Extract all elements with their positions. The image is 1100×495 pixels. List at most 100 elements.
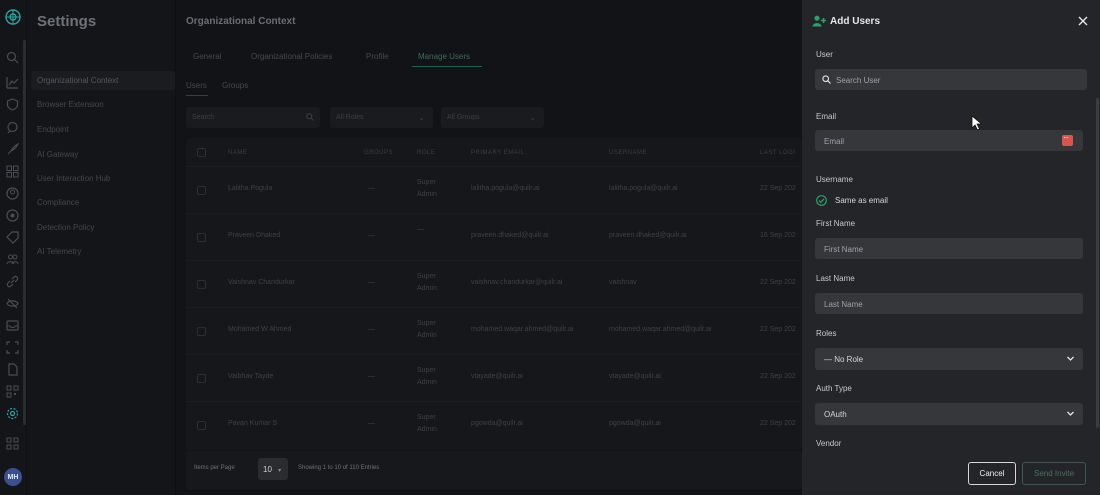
user-search-input[interactable]: Search — [186, 107, 320, 128]
drawer-scrollbar[interactable] — [1096, 98, 1099, 428]
sidebar-item-endpoint[interactable]: Endpoint — [37, 125, 69, 134]
close-icon[interactable] — [1077, 15, 1089, 27]
table-row[interactable]: Vaishnav Chandurkar — Super Admin vaishn… — [186, 260, 802, 307]
row-role-line1: Super — [417, 273, 436, 280]
last-name-placeholder: Last Name — [824, 300, 863, 309]
sidebar-item-ai-telemetry[interactable]: AI Telemetry — [37, 247, 81, 256]
sidebar-item-ai-gateway[interactable]: AI Gateway — [37, 150, 78, 159]
grid-icon[interactable] — [6, 165, 19, 178]
sidebar-item-organizational-context[interactable]: Organizational Context — [37, 76, 118, 85]
row-last-login: 22 Sep 202 — [760, 185, 796, 192]
auth-type-select[interactable]: OAuth — [815, 403, 1083, 425]
document-icon[interactable] — [6, 363, 19, 376]
inbox-icon[interactable] — [6, 319, 19, 332]
chevron-down-icon: ⌄ — [418, 113, 425, 122]
user-circle-icon[interactable] — [6, 187, 19, 200]
search-user-input[interactable]: Search User — [815, 69, 1087, 90]
chat-icon[interactable] — [6, 121, 19, 134]
app-logo-icon[interactable] — [4, 8, 22, 26]
subtab-groups[interactable]: Groups — [222, 81, 248, 90]
group-filter-select[interactable]: All Groups ⌄ — [441, 107, 544, 128]
tag-icon[interactable] — [6, 231, 19, 244]
search-user-placeholder: Search User — [836, 76, 881, 85]
mouse-cursor-icon — [971, 115, 983, 131]
tab-organizational-policies[interactable]: Organizational Policies — [251, 52, 332, 61]
first-name-label: First Name — [816, 219, 856, 228]
email-field[interactable]: Email — [815, 130, 1083, 151]
cancel-button[interactable]: Cancel — [968, 462, 1016, 485]
sidebar-item-compliance[interactable]: Compliance — [37, 198, 79, 207]
chevron-down-icon: ▾ — [278, 468, 282, 474]
roles-select[interactable]: — No Role — [815, 348, 1083, 370]
users-icon[interactable] — [6, 253, 19, 266]
gear-icon[interactable] — [6, 407, 19, 420]
search-icon[interactable] — [6, 51, 19, 64]
first-name-field[interactable]: First Name — [815, 238, 1083, 259]
row-email: lalitha.pogula@quilr.ai — [471, 185, 540, 192]
analytics-icon[interactable] — [6, 76, 19, 89]
last-name-field[interactable]: Last Name — [815, 293, 1083, 314]
row-checkbox[interactable] — [197, 186, 206, 195]
main-content: Organizational Context General Organizat… — [176, 0, 802, 495]
table-row[interactable]: Mohamed W Ahmed — Super Admin mohamed.wa… — [186, 307, 802, 354]
send-invite-button[interactable]: Send Invite — [1022, 462, 1086, 485]
last-name-label: Last Name — [816, 274, 855, 283]
row-checkbox[interactable] — [197, 421, 206, 430]
row-groups: — — [368, 373, 375, 380]
table-row[interactable]: Vaibhav Tayde — Super Admin vtayade@quil… — [186, 354, 802, 401]
sidebar-item-detection-policy[interactable]: Detection Policy — [37, 223, 94, 232]
row-name[interactable]: Vaishnav Chandurkar — [228, 279, 295, 286]
table-row[interactable]: Pavan Kumar S — Super Admin pgowda@quilr… — [186, 401, 802, 448]
rail-scrollbar[interactable] — [23, 40, 26, 425]
sidebar-item-user-interaction-hub[interactable]: User Interaction Hub — [37, 174, 110, 183]
drawer-title: Add Users — [830, 16, 881, 27]
check-circle-icon — [816, 195, 827, 206]
eye-off-icon[interactable] — [6, 297, 19, 310]
avatar[interactable]: MH — [4, 468, 22, 486]
items-per-page-select[interactable]: 10 ▾ — [258, 458, 288, 480]
table-row[interactable]: Praveen Dhaked — — praveen.dhaked@quilr.… — [186, 213, 802, 260]
tab-profile[interactable]: Profile — [366, 52, 389, 61]
link-icon[interactable] — [6, 275, 19, 288]
row-name[interactable]: Mohamed W Ahmed — [228, 326, 291, 333]
row-last-login: 16 Sep 202 — [760, 232, 796, 239]
search-icon — [822, 75, 831, 84]
column-header-name[interactable]: NAME — [228, 150, 247, 156]
row-checkbox[interactable] — [197, 327, 206, 336]
shield-icon[interactable] — [6, 98, 19, 111]
row-role-line1: Super — [417, 367, 436, 374]
apps-icon[interactable] — [6, 437, 19, 450]
settings-sidebar: Settings Organizational Context Browser … — [27, 0, 175, 495]
column-header-last-login[interactable]: LAST LOGI — [760, 150, 795, 156]
row-name[interactable]: Pavan Kumar S — [228, 420, 277, 427]
role-filter-select[interactable]: All Roles ⌄ — [330, 107, 433, 128]
column-header-groups[interactable]: GROUPS — [364, 150, 393, 156]
icon-rail: MH — [0, 0, 26, 495]
column-header-primary-email[interactable]: PRIMARY EMAIL — [471, 150, 524, 156]
tab-manage-users[interactable]: Manage Users — [418, 52, 470, 61]
scan-icon[interactable] — [6, 341, 19, 354]
tab-general[interactable]: General — [193, 52, 221, 61]
select-all-checkbox[interactable] — [197, 148, 206, 157]
row-checkbox[interactable] — [197, 233, 206, 242]
password-manager-icon[interactable] — [1062, 133, 1073, 146]
table-row[interactable]: Lalitha Pogula — Super Admin lalitha.pog… — [186, 166, 802, 213]
sidebar-item-browser-extension[interactable]: Browser Extension — [37, 100, 104, 109]
column-header-username[interactable]: USERNAME — [609, 150, 647, 156]
row-checkbox[interactable] — [197, 280, 206, 289]
rocket-icon[interactable] — [6, 143, 19, 156]
row-groups: — — [368, 420, 375, 427]
chevron-down-icon — [1067, 411, 1074, 416]
first-name-placeholder: First Name — [824, 245, 864, 254]
email-placeholder: Email — [824, 137, 845, 146]
row-name[interactable]: Lalitha Pogula — [228, 185, 272, 192]
row-name[interactable]: Vaibhav Tayde — [228, 373, 273, 380]
qr-icon[interactable] — [6, 385, 19, 398]
row-checkbox[interactable] — [197, 374, 206, 383]
target-icon[interactable] — [6, 209, 19, 222]
user-search-placeholder: Search — [192, 114, 215, 121]
column-header-role[interactable]: ROLE — [417, 150, 435, 156]
row-name[interactable]: Praveen Dhaked — [228, 232, 280, 239]
subtab-users[interactable]: Users — [186, 81, 207, 90]
items-per-page-value: 10 — [263, 465, 272, 474]
